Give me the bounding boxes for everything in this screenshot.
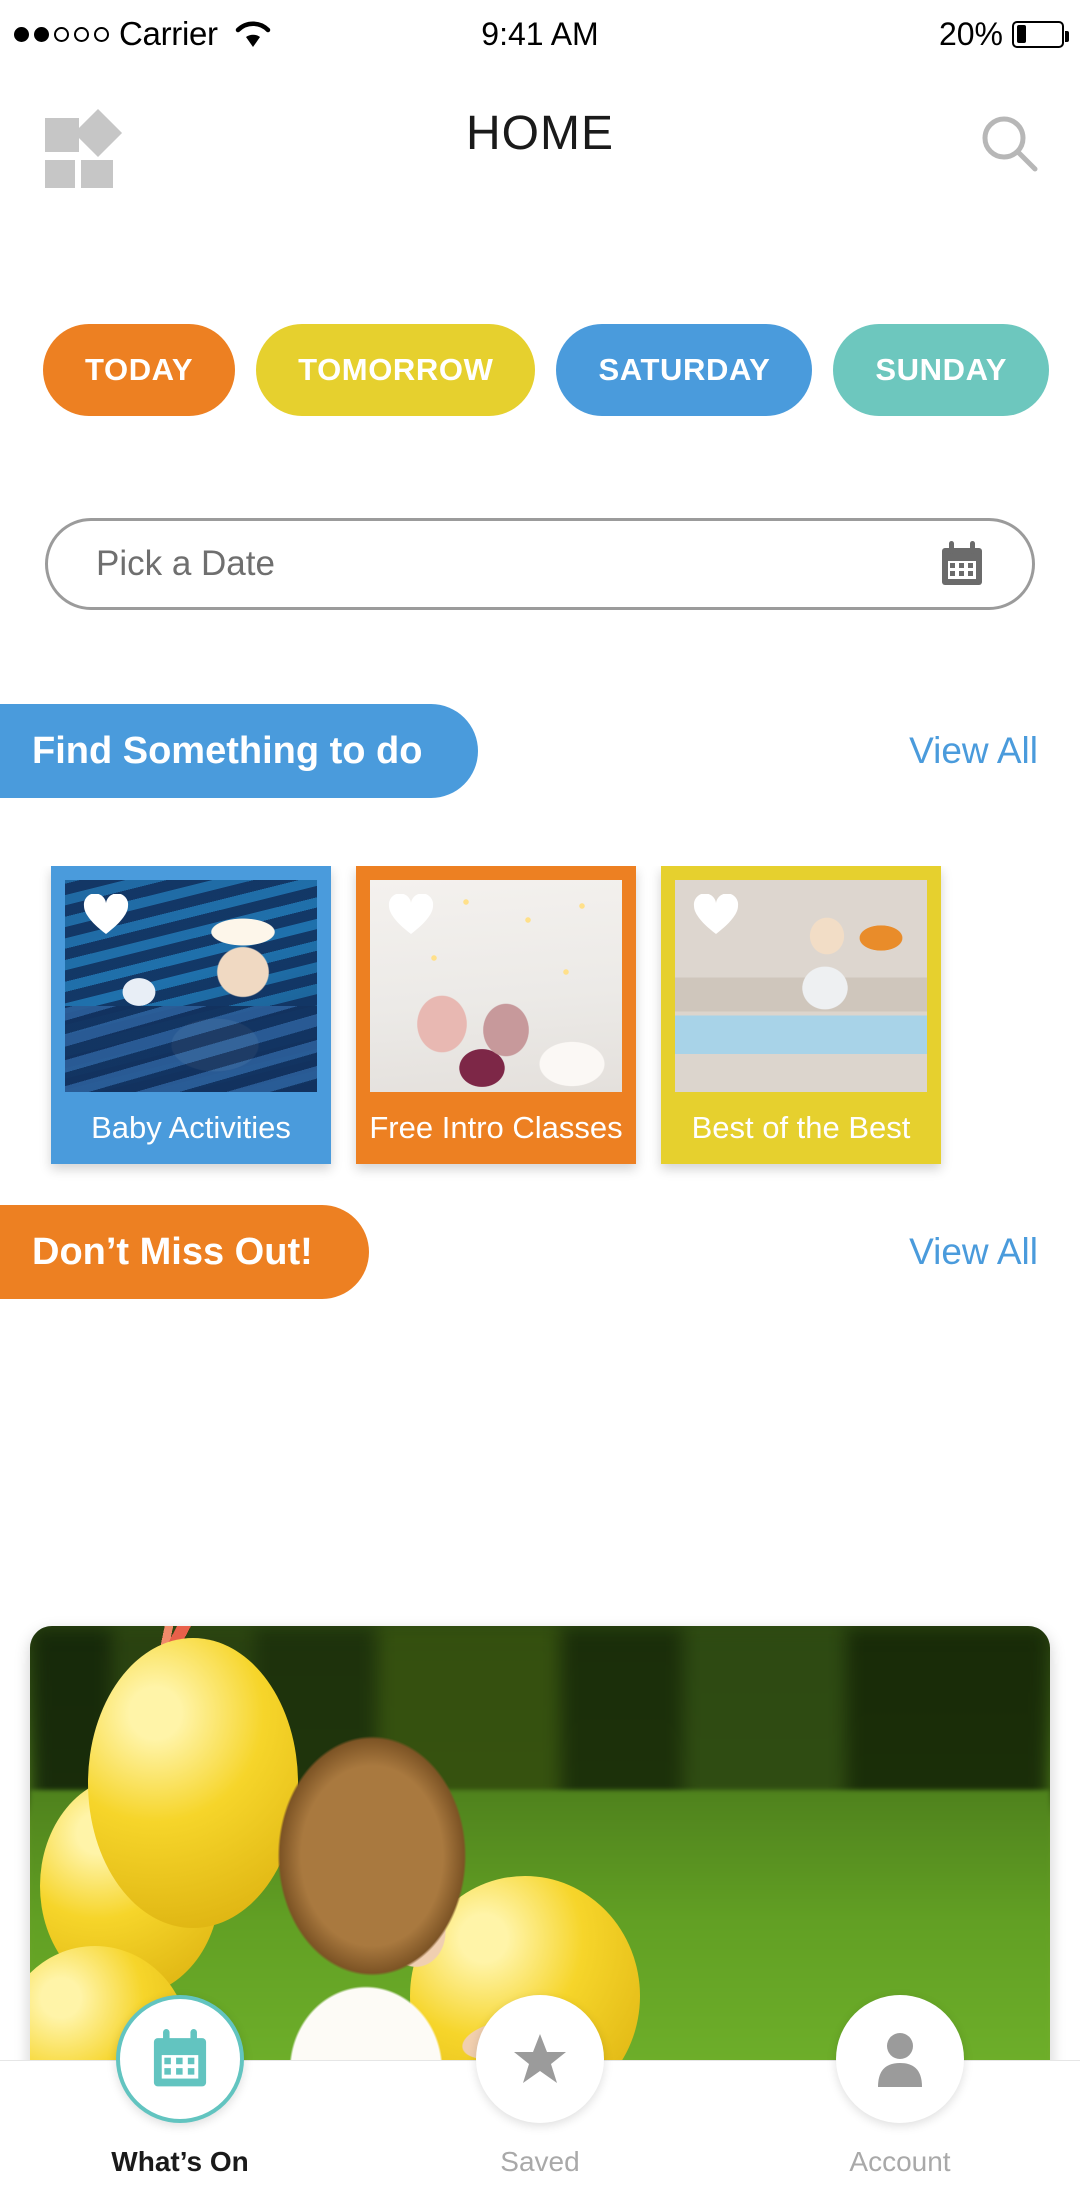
tab-label: Account	[849, 2146, 951, 2177]
category-card-label: Free Intro Classes	[369, 1110, 623, 1145]
section-header-find-something: Find Something to do View All	[0, 704, 1080, 798]
category-card-baby-activities[interactable]: Baby Activities	[51, 866, 331, 1164]
heart-icon[interactable]	[83, 894, 129, 936]
day-chip-label: TODAY	[85, 352, 194, 387]
battery-icon	[1012, 20, 1069, 48]
day-chip-label: SATURDAY	[598, 352, 771, 387]
person-icon	[836, 1995, 964, 2123]
section-title-pill[interactable]: Find Something to do	[0, 704, 479, 798]
tab-label: Saved	[500, 2146, 580, 2177]
tab-label: What’s On	[111, 2146, 249, 2177]
section-title: Don’t Miss Out!	[32, 1230, 313, 1273]
day-filter-chips[interactable]: TODAY TOMORROW SATURDAY SUNDAY	[0, 320, 1080, 420]
day-chip-label: TOMORROW	[298, 352, 494, 387]
section-title-pill[interactable]: Don’t Miss Out!	[0, 1205, 369, 1299]
view-all-link-dont-miss-out[interactable]: View All	[909, 1205, 1038, 1299]
battery-percent-label: 20%	[938, 15, 1003, 52]
heart-icon[interactable]	[693, 894, 739, 936]
search-icon[interactable]	[972, 106, 1048, 182]
app-screen: Carrier 9:41 AM 20% HOME TODAY TOMORROW …	[0, 0, 1080, 2200]
day-chip-tomorrow[interactable]: TOMORROW	[256, 324, 536, 416]
category-card-label: Baby Activities	[91, 1110, 291, 1145]
calendar-icon	[116, 1995, 244, 2123]
tab-account[interactable]: Account	[720, 1995, 1080, 2200]
bottom-navigation-bar: What’s On Saved Account	[0, 1995, 1080, 2200]
date-picker-field[interactable]: Pick a Date	[45, 518, 1035, 610]
section-title: Find Something to do	[32, 729, 423, 772]
page-title: HOME	[466, 106, 614, 160]
status-bar-clock: 9:41 AM	[481, 15, 599, 52]
category-card-rail[interactable]: Baby Activities Free Intro Classes Best …	[0, 866, 1080, 1196]
day-chip-today[interactable]: TODAY	[43, 324, 236, 416]
status-bar: Carrier 9:41 AM 20%	[0, 0, 1080, 68]
view-all-link-find-something[interactable]: View All	[909, 704, 1038, 798]
tab-saved[interactable]: Saved	[360, 1995, 720, 2200]
day-chip-label: SUNDAY	[875, 352, 1008, 387]
category-card-free-intro-classes[interactable]: Free Intro Classes	[356, 866, 636, 1164]
date-picker-placeholder: Pick a Date	[96, 544, 275, 583]
app-header: HOME	[0, 68, 1080, 198]
day-chip-sunday[interactable]: SUNDAY	[833, 324, 1050, 416]
category-card-photo	[370, 880, 622, 1092]
calendar-icon[interactable]	[940, 541, 984, 587]
category-card-photo	[65, 880, 317, 1092]
category-card-label: Best of the Best	[691, 1110, 911, 1145]
category-card-photo	[675, 880, 927, 1092]
star-icon	[476, 1995, 604, 2123]
tab-whats-on[interactable]: What’s On	[0, 1995, 360, 2200]
status-bar-right: 20%	[938, 15, 1069, 53]
heart-icon[interactable]	[388, 894, 434, 936]
category-card-best-of-the-best[interactable]: Best of the Best	[661, 866, 941, 1164]
day-chip-saturday[interactable]: SATURDAY	[556, 324, 813, 416]
section-header-dont-miss-out: Don’t Miss Out! View All	[0, 1205, 1080, 1299]
